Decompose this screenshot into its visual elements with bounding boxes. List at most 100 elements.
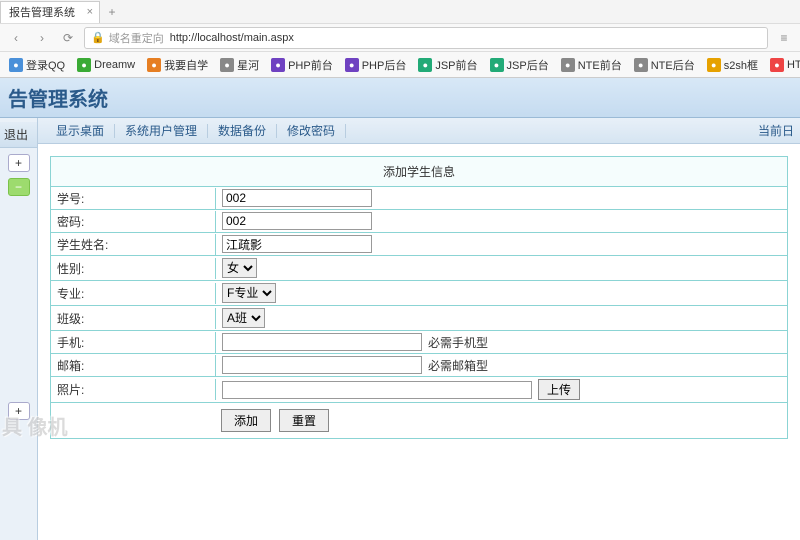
- url-text: http://localhost/main.aspx: [170, 32, 294, 44]
- sidebar: 退出 + − +: [0, 118, 38, 540]
- student-form-panel: 添加学生信息 学号: 密码: 学生姓名: 性别: 女: [50, 156, 788, 439]
- select-sex[interactable]: 女: [222, 258, 257, 278]
- bookmark-item[interactable]: ●HTML: [765, 56, 800, 74]
- bookmark-label: JSP后台: [507, 57, 549, 73]
- input-pwd[interactable]: [222, 212, 372, 230]
- menu-item[interactable]: 数据备份: [208, 124, 277, 138]
- form-title: 添加学生信息: [51, 157, 787, 187]
- sidebar-exit[interactable]: 退出: [0, 122, 37, 148]
- bookmark-item[interactable]: ●我要自学: [142, 55, 213, 75]
- bookmark-item[interactable]: ●PHP前台: [266, 55, 338, 75]
- bookmark-item[interactable]: ●Dreamw: [72, 56, 140, 74]
- input-phone[interactable]: [222, 333, 422, 351]
- hint-email: 必需邮箱型: [428, 357, 488, 374]
- bookmark-icon: ●: [561, 58, 575, 72]
- close-icon[interactable]: ×: [87, 6, 93, 18]
- row-phone: 手机: 必需手机型: [51, 331, 787, 354]
- button-row: 添加 重置: [51, 403, 787, 438]
- current-date-label: 当前日: [758, 122, 794, 139]
- sidebar-expand2-icon[interactable]: +: [8, 402, 30, 420]
- domain-redirect-label: 域名重定向: [109, 30, 164, 46]
- row-class: 班级: A班: [51, 306, 787, 331]
- bookmark-item[interactable]: ●登录QQ: [4, 55, 70, 75]
- label-class: 班级:: [51, 308, 216, 329]
- reload-icon[interactable]: ⟳: [58, 28, 78, 48]
- main-area: 显示桌面系统用户管理数据备份修改密码 当前日 添加学生信息 学号: 密码: 学生姓…: [38, 118, 800, 540]
- row-photo: 照片: 上传: [51, 377, 787, 403]
- bookmark-icon: ●: [707, 58, 721, 72]
- app-title: 告管理系统: [8, 83, 108, 112]
- bookmark-label: JSP前台: [435, 57, 477, 73]
- bookmark-icon: ●: [770, 58, 784, 72]
- bookmark-label: NTE前台: [578, 57, 622, 73]
- label-email: 邮箱:: [51, 355, 216, 376]
- row-name: 学生姓名:: [51, 233, 787, 256]
- bookmark-item[interactable]: ●NTE前台: [556, 55, 627, 75]
- label-pwd: 密码:: [51, 211, 216, 232]
- row-major: 专业: F专业: [51, 281, 787, 306]
- menu-item[interactable]: 显示桌面: [46, 124, 115, 138]
- bookmark-label: HTML: [787, 59, 800, 71]
- bookmark-label: s2sh框: [724, 57, 758, 73]
- bookmark-icon: ●: [77, 58, 91, 72]
- bookmark-item[interactable]: ●PHP后台: [340, 55, 412, 75]
- add-button[interactable]: 添加: [221, 409, 271, 432]
- sidebar-expand-icon[interactable]: +: [8, 154, 30, 172]
- sidebar-collapse-icon[interactable]: −: [8, 178, 30, 196]
- menu-icon[interactable]: ≡: [774, 28, 794, 48]
- label-name: 学生姓名:: [51, 234, 216, 255]
- bookmark-item[interactable]: ●星河: [215, 55, 264, 75]
- app-header: 告管理系统: [0, 78, 800, 118]
- browser-tab[interactable]: 报告管理系统 ×: [0, 1, 100, 23]
- bookmark-label: 我要自学: [164, 57, 208, 73]
- bookmark-icon: ●: [9, 58, 23, 72]
- bookmark-icon: ●: [345, 58, 359, 72]
- bookmark-label: 登录QQ: [26, 57, 65, 73]
- lock-icon: 🔒: [91, 31, 105, 44]
- bookmark-icon: ●: [220, 58, 234, 72]
- bookmark-icon: ●: [271, 58, 285, 72]
- bookmark-label: 星河: [237, 57, 259, 73]
- row-email: 邮箱: 必需邮箱型: [51, 354, 787, 377]
- label-sno: 学号:: [51, 188, 216, 209]
- bookmark-item[interactable]: ●JSP前台: [413, 55, 482, 75]
- address-bar: ‹ › ⟳ 🔒 域名重定向 http://localhost/main.aspx…: [0, 24, 800, 52]
- row-pwd: 密码:: [51, 210, 787, 233]
- bookmark-label: PHP前台: [288, 57, 333, 73]
- back-icon[interactable]: ‹: [6, 28, 26, 48]
- browser-tab-bar: 报告管理系统 × +: [0, 0, 800, 24]
- label-sex: 性别:: [51, 258, 216, 279]
- label-major: 专业:: [51, 283, 216, 304]
- bookmark-item[interactable]: ●JSP后台: [485, 55, 554, 75]
- menu-item[interactable]: 系统用户管理: [115, 124, 208, 138]
- bookmark-icon: ●: [490, 58, 504, 72]
- menu-item[interactable]: 修改密码: [277, 124, 346, 138]
- input-name[interactable]: [222, 235, 372, 253]
- input-photo[interactable]: [222, 381, 532, 399]
- bookmark-item[interactable]: ●s2sh框: [702, 55, 763, 75]
- bookmark-item[interactable]: ●NTE后台: [629, 55, 700, 75]
- new-tab-button[interactable]: +: [100, 5, 124, 19]
- select-class[interactable]: A班: [222, 308, 265, 328]
- bookmark-label: Dreamw: [94, 59, 135, 71]
- bookmark-icon: ●: [634, 58, 648, 72]
- label-phone: 手机:: [51, 332, 216, 353]
- select-major[interactable]: F专业: [222, 283, 276, 303]
- url-input[interactable]: 🔒 域名重定向 http://localhost/main.aspx: [84, 27, 768, 49]
- input-email[interactable]: [222, 356, 422, 374]
- content: 添加学生信息 学号: 密码: 学生姓名: 性别: 女: [38, 144, 800, 540]
- row-sex: 性别: 女: [51, 256, 787, 281]
- input-sno[interactable]: [222, 189, 372, 207]
- forward-icon[interactable]: ›: [32, 28, 52, 48]
- bookmark-label: PHP后台: [362, 57, 407, 73]
- bookmark-label: NTE后台: [651, 57, 695, 73]
- hint-phone: 必需手机型: [428, 334, 488, 351]
- bookmark-icon: ●: [418, 58, 432, 72]
- bookmarks-bar: ●登录QQ●Dreamw●我要自学●星河●PHP前台●PHP后台●JSP前台●J…: [0, 52, 800, 78]
- row-sno: 学号:: [51, 187, 787, 210]
- reset-button[interactable]: 重置: [279, 409, 329, 432]
- menu-bar: 显示桌面系统用户管理数据备份修改密码 当前日: [38, 118, 800, 144]
- bookmark-icon: ●: [147, 58, 161, 72]
- label-photo: 照片:: [51, 379, 216, 400]
- upload-button[interactable]: 上传: [538, 379, 580, 400]
